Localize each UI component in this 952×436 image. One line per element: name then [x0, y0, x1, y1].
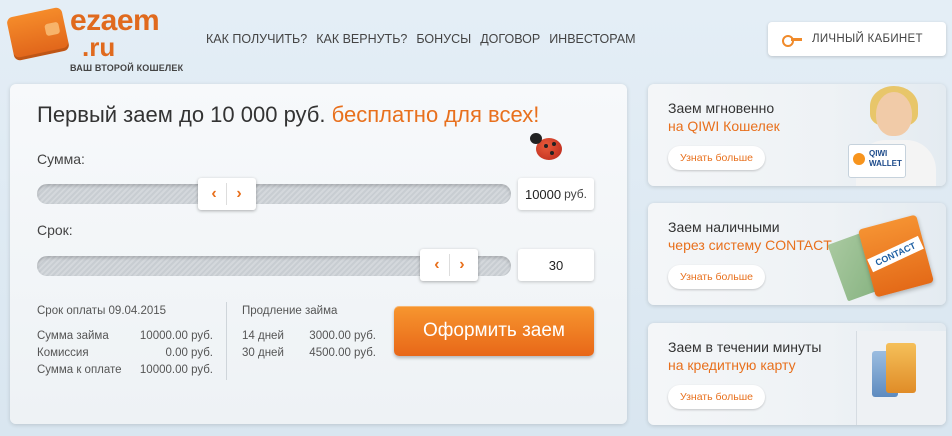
term-field[interactable]: 30 — [518, 249, 594, 281]
extension-row: 30 дней 4500.00 руб. — [242, 347, 376, 359]
qiwi-wallet-logo: QIWI WALLET — [848, 144, 906, 178]
learn-more-button[interactable]: Узнать больше — [668, 146, 765, 170]
ladybug-icon — [530, 130, 566, 166]
promo-image-cards — [826, 323, 946, 425]
headline-accent: бесплатно для всех! — [331, 102, 540, 127]
chevron-left-icon[interactable]: ‹ — [425, 257, 449, 273]
extension-title: Продление займа — [242, 305, 338, 317]
due-date: Срок оплаты 09.04.2015 — [37, 305, 167, 317]
promo-title: Заем мгновенно — [668, 100, 775, 116]
logo-domain: .ru — [82, 32, 116, 62]
summary-row: Сумма займа 10000.00 руб. — [37, 330, 213, 342]
promo-qiwi[interactable]: Заем мгновенно на QIWI Кошелек Узнать бо… — [648, 84, 946, 186]
promo-title: Заем наличными — [668, 219, 780, 235]
summary-row: Сумма к оплате 10000.00 руб. — [37, 364, 213, 376]
learn-more-button[interactable]: Узнать больше — [668, 265, 765, 289]
extension-row: 14 дней 3000.00 руб. — [242, 330, 376, 342]
chevron-left-icon[interactable]: ‹ — [202, 186, 226, 202]
contact-logo: CONTACT — [867, 235, 924, 273]
extension-table: 14 дней 3000.00 руб. 30 дней 4500.00 руб… — [242, 328, 376, 362]
divider — [226, 302, 227, 380]
personal-cabinet-button[interactable]: ЛИЧНЫЙ КАБИНЕТ — [768, 22, 946, 56]
summary-row: Комиссия 0.00 руб. — [37, 347, 213, 359]
nav-how-to-return[interactable]: КАК ВЕРНУТЬ? — [316, 32, 407, 46]
promo-title: Заем в течении минуты — [668, 339, 822, 355]
logo-tagline: ВАШ ВТОРОЙ КОШЕЛЕК — [70, 63, 184, 73]
wallet-icon — [6, 6, 70, 62]
main-nav: КАК ПОЛУЧИТЬ? КАК ВЕРНУТЬ? БОНУСЫ ДОГОВО… — [206, 32, 645, 46]
amount-unit: руб. — [564, 187, 588, 201]
nav-bonuses[interactable]: БОНУСЫ — [416, 32, 471, 46]
nav-investors[interactable]: ИНВЕСТОРАМ — [549, 32, 635, 46]
chevron-right-icon[interactable]: › — [450, 257, 474, 273]
amount-field[interactable]: 10000 руб. — [518, 178, 594, 210]
page-title: Первый заем до 10 000 руб. бесплатно для… — [37, 102, 539, 128]
amount-label: Сумма: — [37, 151, 85, 167]
amount-slider-track[interactable] — [37, 184, 511, 204]
learn-more-button[interactable]: Узнать больше — [668, 385, 765, 409]
promo-subtitle: на QIWI Кошелек — [668, 118, 780, 134]
promo-contact[interactable]: Заем наличными через систему CONTACT Узн… — [648, 203, 946, 305]
promo-subtitle: через систему CONTACT — [668, 237, 832, 253]
term-value: 30 — [548, 257, 564, 273]
loan-calculator: Первый заем до 10 000 руб. бесплатно для… — [10, 84, 627, 424]
promo-image-money: CONTACT — [826, 203, 946, 305]
nav-contract[interactable]: ДОГОВОР — [480, 32, 540, 46]
term-label: Срок: — [37, 222, 73, 238]
term-slider-handle[interactable]: ‹ › — [420, 249, 479, 281]
promo-image-woman: QIWI WALLET — [826, 84, 946, 186]
headline-main: Первый заем до 10 000 руб. — [37, 102, 326, 127]
key-icon — [782, 34, 802, 47]
amount-value: 10000 — [524, 186, 562, 202]
promo-card[interactable]: Заем в течении минуты на кредитную карту… — [648, 323, 946, 425]
amount-slider-handle[interactable]: ‹ › — [197, 178, 256, 210]
chevron-right-icon[interactable]: › — [227, 186, 251, 202]
loan-summary: Сумма займа 10000.00 руб. Комиссия 0.00 … — [37, 328, 213, 379]
logo[interactable]: ezaem .ru ВАШ ВТОРОЙ КОШЕЛЕК — [6, 6, 183, 74]
cabinet-label: ЛИЧНЫЙ КАБИНЕТ — [812, 33, 923, 45]
nav-how-to-get[interactable]: КАК ПОЛУЧИТЬ? — [206, 32, 307, 46]
apply-loan-button[interactable]: Оформить заем — [394, 306, 594, 356]
promo-subtitle: на кредитную карту — [668, 357, 796, 373]
